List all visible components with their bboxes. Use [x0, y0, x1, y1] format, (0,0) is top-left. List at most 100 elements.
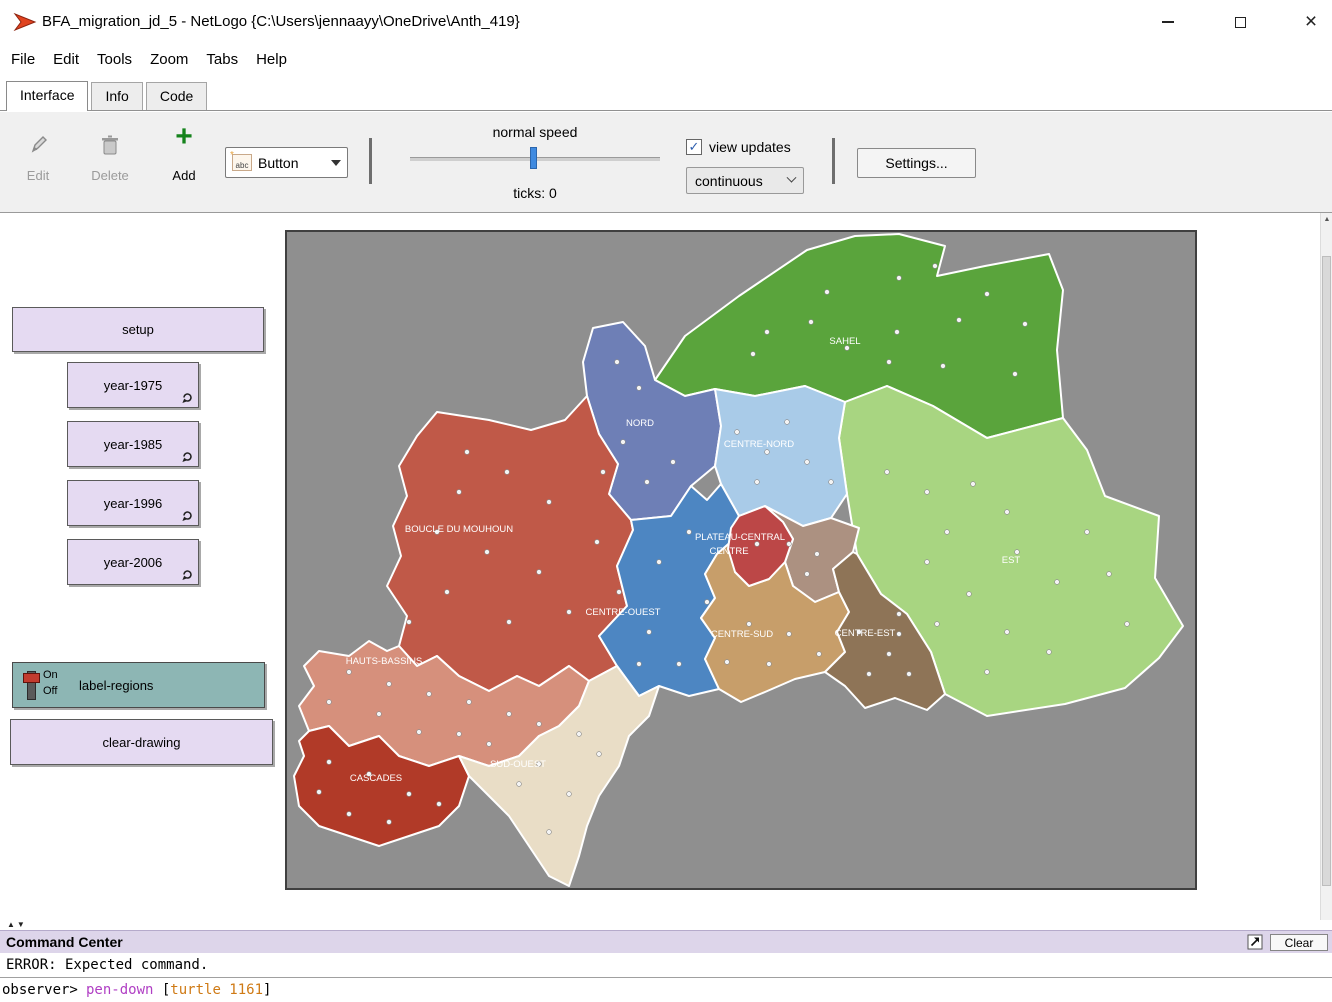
turtle-dot: [809, 320, 814, 325]
toolbar-separator: [832, 138, 835, 184]
scrollbar-thumb[interactable]: [1322, 256, 1331, 886]
command-prompt-line: observer> pen-down [turtle 1161]: [0, 977, 1332, 1002]
setup-button[interactable]: setup: [12, 307, 264, 352]
label-regions-switch[interactable]: On Off label-regions: [12, 662, 265, 708]
turtle-dot: [621, 440, 626, 445]
button-widget-icon: *abc: [232, 154, 252, 171]
scroll-up-icon[interactable]: ▲: [1321, 213, 1332, 227]
menu-tabs[interactable]: Tabs: [197, 46, 247, 73]
close-button[interactable]: ×: [1290, 0, 1332, 44]
region-label: SUD-OUEST: [490, 759, 546, 770]
button-year-2006[interactable]: year-2006: [67, 539, 199, 585]
tab-bar: InterfaceInfoCode: [0, 77, 1332, 111]
delete-button[interactable]: Delete: [80, 168, 140, 183]
close-icon: ×: [1305, 10, 1317, 34]
turtle-dot: [755, 480, 760, 485]
observer-prompt[interactable]: observer>: [2, 978, 78, 1002]
tab-interface[interactable]: Interface: [6, 81, 88, 111]
turtle-dot: [957, 318, 962, 323]
turtle-dot: [815, 552, 820, 557]
tab-code[interactable]: Code: [146, 82, 207, 110]
toolbar-separator: [369, 138, 372, 184]
turtle-dot: [907, 672, 912, 677]
settings-button[interactable]: Settings...: [857, 148, 976, 178]
view-updates-checkbox[interactable]: ✓: [686, 139, 702, 155]
splitter-down-icon[interactable]: ▼: [17, 920, 27, 929]
forever-icon: [181, 450, 194, 463]
switch-label: label-regions: [79, 678, 153, 693]
turtle-dot: [765, 450, 770, 455]
forever-icon: [181, 391, 194, 404]
command-center-splitter[interactable]: ▲▼: [0, 920, 1332, 930]
speed-slider-thumb[interactable]: [530, 147, 537, 169]
menu-edit[interactable]: Edit: [44, 46, 88, 73]
edit-button[interactable]: Edit: [17, 168, 59, 183]
clear-drawing-button[interactable]: clear-drawing: [10, 719, 273, 765]
switch-on-label: On: [43, 669, 58, 681]
region-label: NORD: [626, 418, 654, 429]
vertical-scrollbar[interactable]: ▲ ▼: [1320, 213, 1332, 930]
turtle-dot: [1005, 630, 1010, 635]
turtle-dot: [817, 652, 822, 657]
detach-window-icon[interactable]: [1247, 934, 1263, 950]
add-button[interactable]: Add: [163, 168, 205, 183]
turtle-dot: [595, 540, 600, 545]
turtle-dot: [487, 742, 492, 747]
turtle-dot: [601, 470, 606, 475]
tab-info[interactable]: Info: [91, 82, 142, 110]
splitter-up-icon[interactable]: ▲: [7, 920, 17, 929]
turtle-dot: [507, 712, 512, 717]
turtle-dot: [567, 610, 572, 615]
button-year-1985[interactable]: year-1985: [67, 421, 199, 467]
button-label: year-1985: [104, 437, 163, 452]
add-plus-icon: +: [169, 120, 199, 154]
turtle-dot: [885, 470, 890, 475]
turtle-dot: [805, 460, 810, 465]
speed-label: normal speed: [410, 124, 660, 140]
widget-type-chooser[interactable]: *abc Button: [225, 147, 348, 178]
update-mode-dropdown[interactable]: continuous: [686, 167, 804, 194]
turtle-dot: [705, 600, 710, 605]
maximize-button[interactable]: [1217, 0, 1263, 44]
turtle-dot: [1005, 510, 1010, 515]
turtle-dot: [547, 830, 552, 835]
turtle-dot: [967, 592, 972, 597]
command-input[interactable]: pen-down [turtle 1161]: [86, 978, 271, 1002]
turtle-dot: [647, 630, 652, 635]
turtle-dot: [767, 662, 772, 667]
turtle-dot: [577, 732, 582, 737]
turtle-dot: [465, 450, 470, 455]
switch-knob-icon[interactable]: [23, 673, 40, 683]
button-year-1996[interactable]: year-1996: [67, 480, 199, 526]
chevron-down-icon: [331, 160, 341, 166]
turtle-dot: [507, 620, 512, 625]
menu-tools[interactable]: Tools: [88, 46, 141, 73]
turtle-dot: [445, 590, 450, 595]
turtle-dot: [677, 662, 682, 667]
turtle-dot: [735, 430, 740, 435]
region-label: CASCADES: [350, 773, 402, 784]
menu-file[interactable]: File: [2, 46, 44, 73]
command-output: ERROR: Expected command.: [0, 953, 1332, 977]
menu-zoom[interactable]: Zoom: [141, 46, 197, 73]
button-label: clear-drawing: [102, 735, 180, 750]
command-center-title: Command Center: [6, 934, 123, 950]
button-label: year-1975: [104, 378, 163, 393]
minimize-button[interactable]: [1145, 0, 1191, 44]
button-year-1975[interactable]: year-1975: [67, 362, 199, 408]
turtle-dot: [1023, 322, 1028, 327]
turtle-dot: [347, 812, 352, 817]
turtle-dot: [547, 500, 552, 505]
turtle-dot: [825, 290, 830, 295]
region-label: CENTRE-NORD: [724, 439, 794, 450]
turtle-dot: [787, 632, 792, 637]
clear-button[interactable]: Clear: [1270, 934, 1328, 951]
world-view[interactable]: SAHELESTNORDCENTRE-NORDBOUCLE DU MOUHOUN…: [285, 230, 1197, 890]
turtle-dot: [485, 550, 490, 555]
turtle-dot: [427, 692, 432, 697]
turtle-dot: [1013, 372, 1018, 377]
menu-help[interactable]: Help: [247, 46, 296, 73]
delete-trash-icon: [101, 134, 119, 156]
menu-bar: FileEditToolsZoomTabsHelp: [2, 46, 296, 76]
turtle-dot: [1107, 572, 1112, 577]
